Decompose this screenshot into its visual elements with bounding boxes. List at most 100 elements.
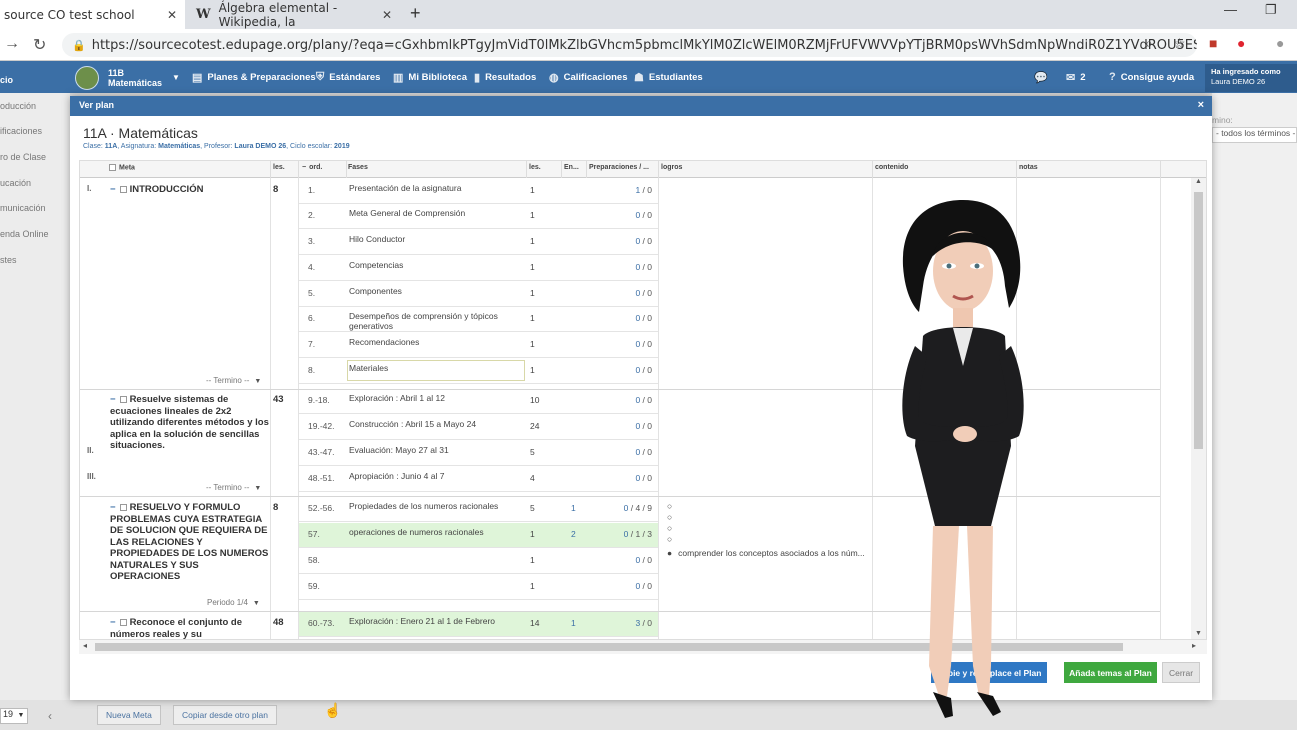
goal-checkbox[interactable] (119, 503, 127, 511)
prep-count[interactable]: 0 (635, 210, 640, 220)
scroll-right-icon[interactable]: ▸ (1192, 641, 1196, 650)
menu-resultados[interactable]: ▮ Resultados (474, 61, 536, 93)
profile-icon[interactable]: ● (1276, 35, 1284, 51)
horizontal-scrollbar[interactable]: ◂ ▸ (79, 640, 1207, 654)
collapse-icon[interactable]: − (110, 394, 116, 405)
phase-row[interactable]: 58. 1 0 / 0 (299, 549, 658, 574)
forward-icon[interactable]: → (4, 35, 20, 53)
term-select[interactable]: - todos los términos - (1212, 127, 1297, 143)
prep-count[interactable]: 0 (635, 395, 640, 405)
menu-estudiantes[interactable]: ☗ Estudiantes (634, 61, 703, 93)
phase-row[interactable]: 7. Recomendaciones 1 0 / 0 (299, 333, 658, 358)
url-field[interactable]: 🔒 https://sourcecotest.edupage.org/plany… (62, 33, 1197, 57)
prep-count[interactable]: 0 (635, 288, 640, 298)
sidebar-item[interactable]: stes (0, 255, 17, 265)
sidebar-item-inicio[interactable]: cio (0, 75, 13, 85)
close-tab-icon[interactable]: ✕ (382, 8, 392, 22)
scroll-left-icon[interactable]: ◂ (83, 641, 87, 650)
goal-period[interactable]: -- Termino -- ▼ (206, 376, 261, 385)
sidebar-item[interactable]: ro de Clase (0, 152, 46, 162)
restore-icon[interactable]: ❐ (1265, 2, 1277, 18)
phase-row[interactable]: 8. Materiales 1 0 / 0 (299, 359, 658, 384)
phase-row[interactable]: 43.-47. Evaluación: Mayo 27 al 31 5 0 / 0 (299, 441, 658, 466)
col-meta-header[interactable]: Meta (109, 164, 135, 171)
new-goal-button[interactable]: Nueva Meta (97, 705, 161, 725)
close-button[interactable]: Cerrar (1162, 662, 1200, 683)
prep-count[interactable]: 3 (635, 618, 640, 628)
browser-tab-active[interactable]: source CO test school ✕ (0, 0, 185, 29)
prep-count[interactable]: 0 (635, 421, 640, 431)
col-logros-header[interactable]: logros (661, 164, 682, 171)
prep-count[interactable]: 0 (635, 473, 640, 483)
phase-en[interactable]: 1 (571, 618, 576, 628)
prep-count[interactable]: 0 (635, 339, 640, 349)
col-les2-header[interactable]: les. (529, 164, 541, 171)
col-ord-header[interactable]: − ord. (302, 164, 322, 171)
logged-in-box[interactable]: Ha ingresado como Laura DEMO 26 (1205, 64, 1297, 92)
phase-row[interactable]: 3. Hilo Conductor 1 0 / 0 (299, 230, 658, 255)
collapse-icon[interactable]: − (110, 617, 116, 628)
sidebar-item[interactable]: municación (0, 203, 46, 213)
menu-planes[interactable]: ▤ Planes & Preparaciones (192, 61, 316, 93)
zoom-icon[interactable]: ⌕ (1145, 35, 1153, 52)
sidebar-item[interactable]: ificaciones (0, 126, 42, 136)
sidebar-item[interactable]: enda Online (0, 229, 49, 239)
goal-checkbox[interactable] (119, 618, 127, 626)
browser-tab-wikipedia[interactable]: W Álgebra elemental - Wikipedia, la ✕ (190, 0, 400, 29)
goal-checkbox[interactable] (119, 395, 127, 403)
close-icon[interactable]: × (1198, 99, 1204, 111)
vertical-scrollbar[interactable]: ▲ ▼ (1191, 178, 1206, 639)
col-notas-header[interactable]: notas (1019, 164, 1038, 171)
sidebar-item[interactable]: oducción (0, 101, 36, 111)
phase-row[interactable]: 48.-51. Apropiación : Junio 4 al 7 4 0 / 0 (299, 467, 658, 492)
sidebar-item[interactable]: ucación (0, 178, 31, 188)
phase-en[interactable]: 1 (571, 503, 576, 513)
prep-count[interactable]: 0 (635, 236, 640, 246)
col-contenido-header[interactable]: contenido (875, 164, 908, 171)
close-tab-icon[interactable]: ✕ (167, 8, 177, 22)
prep-count[interactable]: 0 (635, 447, 640, 457)
scroll-thumb[interactable] (1194, 192, 1203, 449)
minimize-icon[interactable]: — (1224, 2, 1237, 17)
collapse-icon[interactable]: − (110, 502, 116, 513)
bookmark-star-icon[interactable]: ☆ (1173, 35, 1186, 52)
phase-row[interactable]: 6. Desempeños de comprensión y tópicos ge… (299, 307, 658, 332)
prep-count[interactable]: 0 (635, 555, 640, 565)
prep-count[interactable]: 0 (635, 313, 640, 323)
new-tab-icon[interactable]: + (410, 3, 421, 24)
phase-row[interactable]: 19.-42. Construcción : Abril 15 a Mayo 24… (299, 415, 658, 440)
pdf-extension-icon[interactable]: ■ (1209, 35, 1217, 51)
chevron-left-icon[interactable]: ‹ (48, 709, 52, 723)
goal-row[interactable]: − Resuelve sistemas de ecuaciones lineale… (110, 394, 270, 452)
add-topics-button[interactable]: Añada temas al Plan (1064, 662, 1157, 683)
prep-count[interactable]: 0 (635, 581, 640, 591)
opera-extension-icon[interactable]: ● (1237, 35, 1245, 51)
prep-count[interactable]: 1 (635, 185, 640, 195)
phase-row[interactable]: 59. 1 0 / 0 (299, 575, 658, 600)
goal-period[interactable]: Periodo 1/4 ▼ (207, 598, 260, 607)
scroll-up-icon[interactable]: ▲ (1195, 178, 1202, 185)
phase-row[interactable]: 57. operaciones de numeros racionales 1 2 0 … (299, 523, 658, 548)
scroll-down-icon[interactable]: ▼ (1195, 630, 1202, 637)
phase-row[interactable]: 4. Competencias 1 0 / 0 (299, 256, 658, 281)
col-fases-header[interactable]: Fases (348, 164, 368, 171)
goal-checkbox[interactable] (119, 185, 127, 193)
menu-estandares[interactable]: ⛨ Estándares (316, 61, 380, 93)
reload-icon[interactable]: ↻ (33, 35, 46, 55)
phase-row[interactable]: 60.-73. Exploración : Enero 21 al 1 de Fe… (299, 612, 658, 637)
goal-period[interactable]: -- Termino -- ▼ (206, 483, 261, 492)
phase-en[interactable]: 2 (571, 529, 576, 539)
col-prep-header[interactable]: Preparaciones / ... (589, 164, 649, 171)
prep-count[interactable]: 0 (624, 503, 629, 513)
phase-row[interactable]: 5. Componentes 1 0 / 0 (299, 282, 658, 307)
class-selector[interactable]: 11B Matemáticas ▼ (75, 66, 180, 90)
goal-row[interactable]: − Reconoce el conjunto de números reales … (110, 617, 270, 639)
collapse-icon[interactable]: − (110, 184, 116, 195)
help-button[interactable]: ? Consigue ayuda (1109, 61, 1194, 93)
prep-count[interactable]: 0 (635, 262, 640, 272)
goal-row[interactable]: − INTRODUCCIÓN (110, 184, 270, 196)
copy-from-plan-button[interactable]: Copiar desde otro plan (173, 705, 278, 725)
col-en-header[interactable]: En... (564, 164, 579, 171)
prep-count[interactable]: 0 (635, 365, 640, 375)
goal-row[interactable]: − RESUELVO Y FORMULO PROBLEMAS CUYA ESTRA… (110, 502, 270, 583)
